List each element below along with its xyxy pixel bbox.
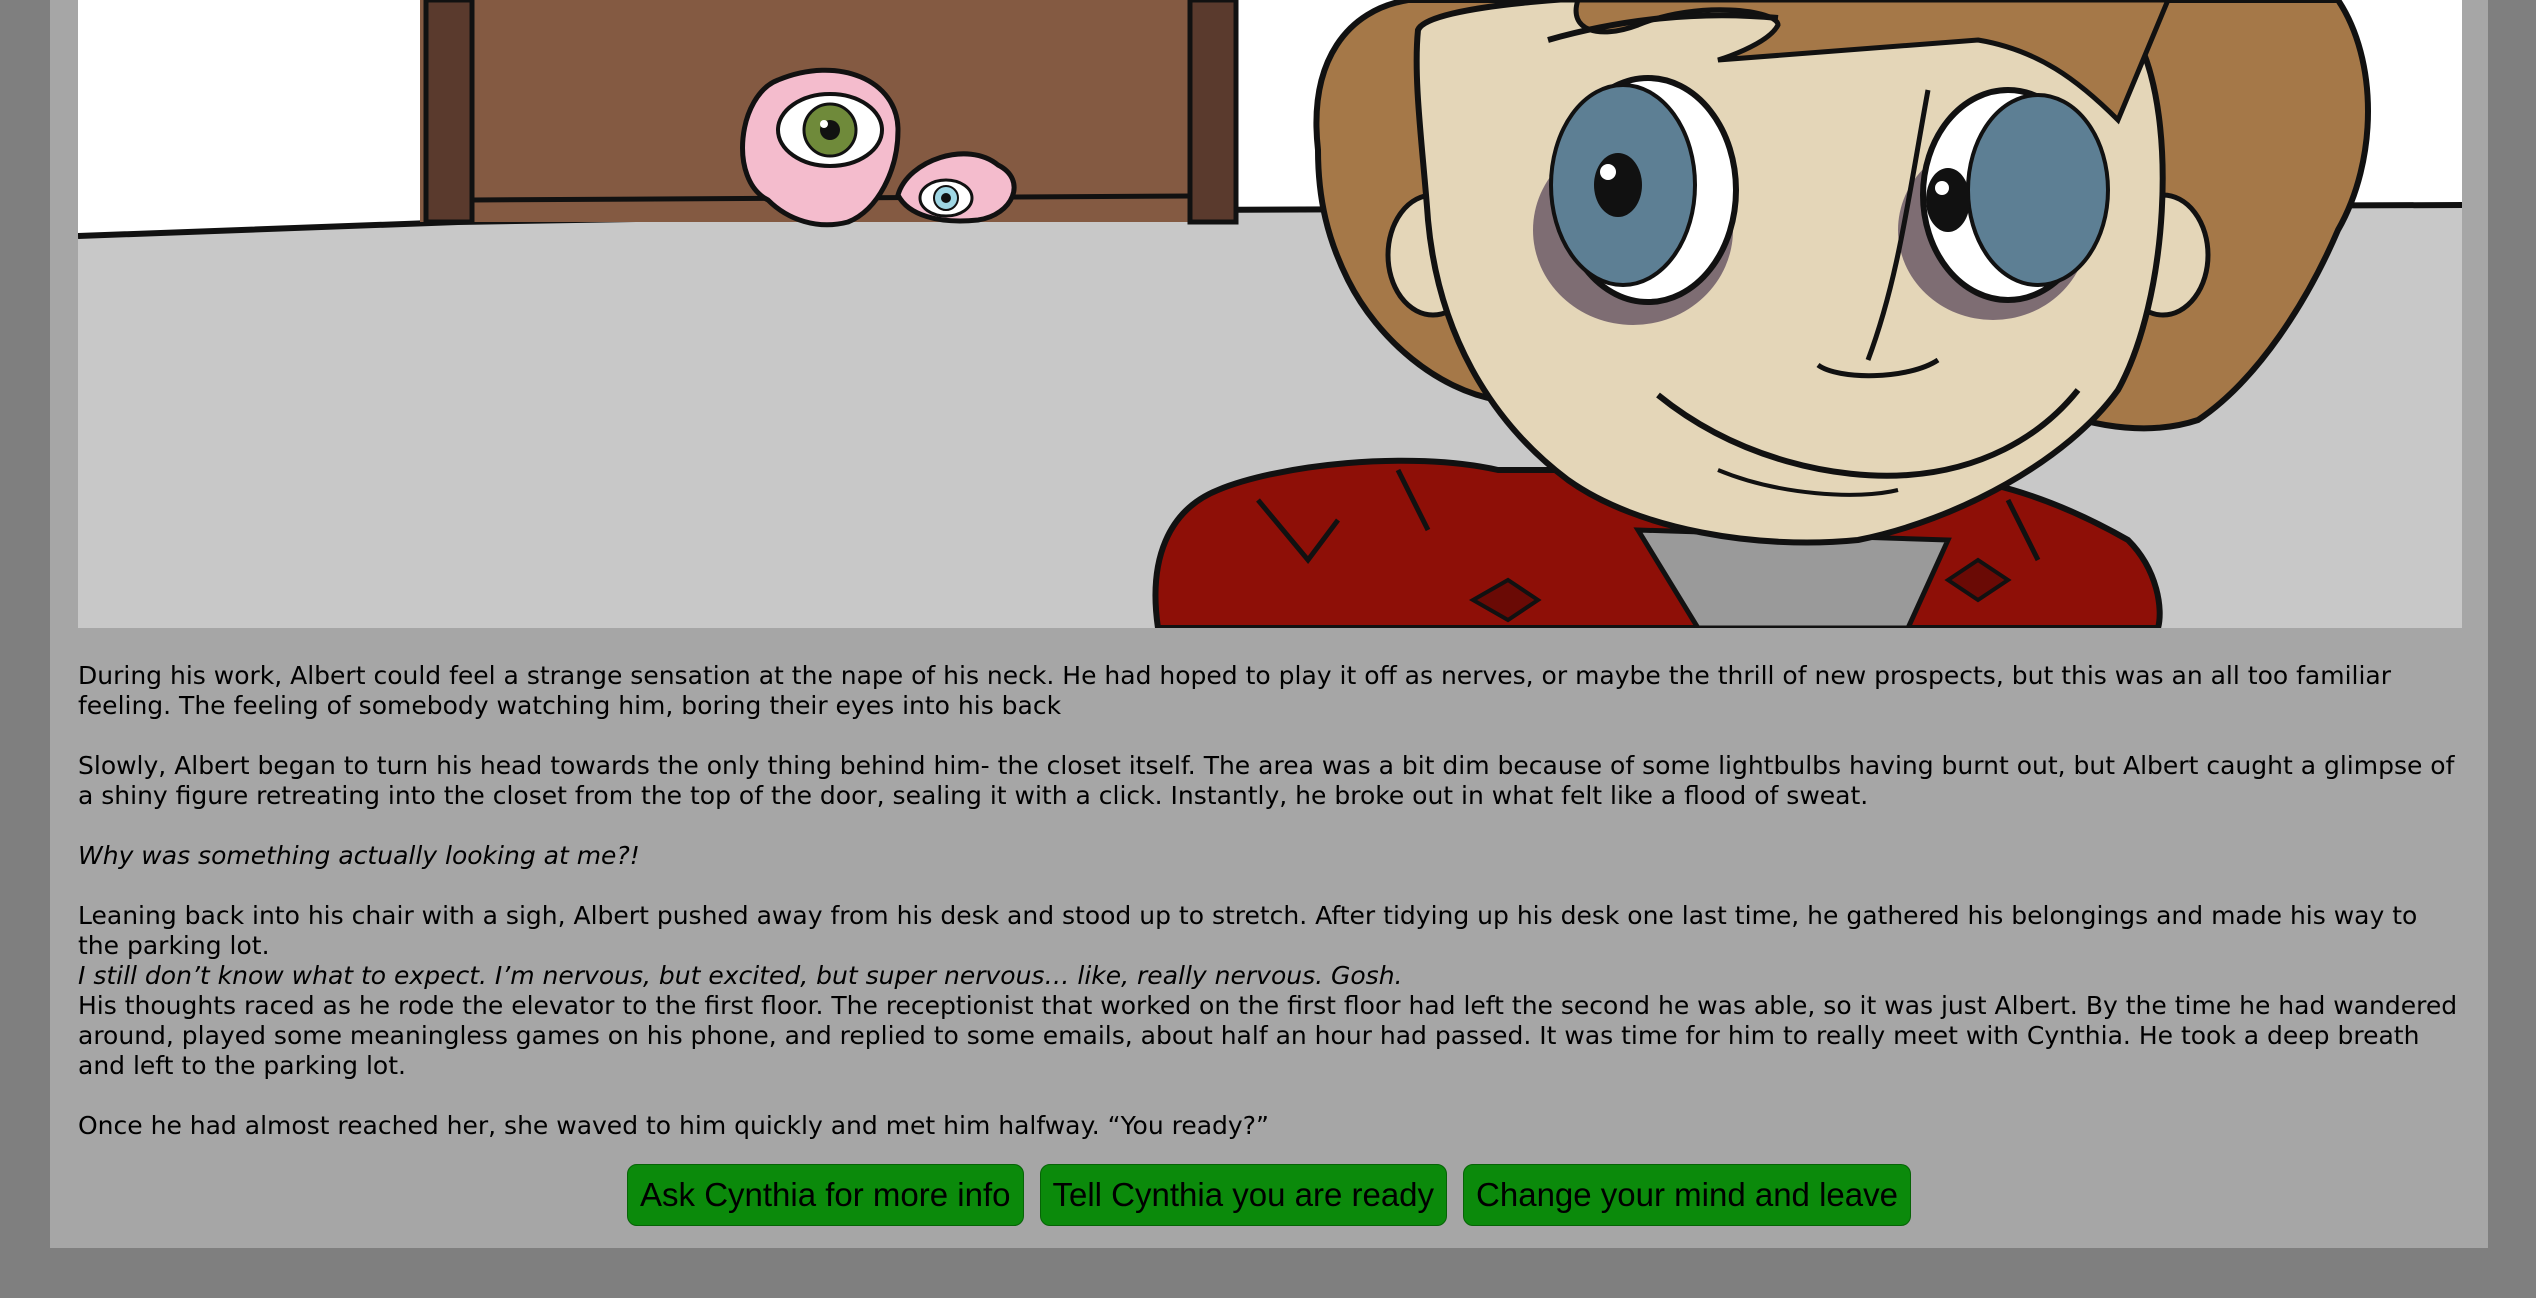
story-paragraph: Slowly, Albert began to turn his head to… [78,751,2455,810]
leave-button[interactable]: Change your mind and leave [1463,1164,1911,1226]
story-thought-text: Why was something actually looking at me… [78,841,640,870]
story-text: During his work, Albert could feel a str… [78,661,2464,1141]
tell-ready-button[interactable]: Tell Cynthia you are ready [1039,1164,1448,1226]
story-paragraph: His thoughts raced as he rode the elevat… [78,991,2458,1080]
story-paragraph: Once he had almost reached her, she wave… [78,1111,1269,1140]
story-thought-text: I still don’t know what to expect. I’m n… [78,961,1403,990]
scene-illustration [78,0,2462,628]
story-thought: I still don’t know what to expect. I’m n… [78,961,2464,991]
ask-cynthia-button[interactable]: Ask Cynthia for more info [627,1164,1024,1226]
choice-buttons: Ask Cynthia for more info Tell Cynthia y… [50,1164,2488,1226]
story-paragraph: During his work, Albert could feel a str… [78,661,2392,720]
story-panel: During his work, Albert could feel a str… [50,0,2488,1248]
story-thought: Why was something actually looking at me… [78,841,2464,871]
story-paragraph: Leaning back into his chair with a sigh,… [78,901,2418,960]
